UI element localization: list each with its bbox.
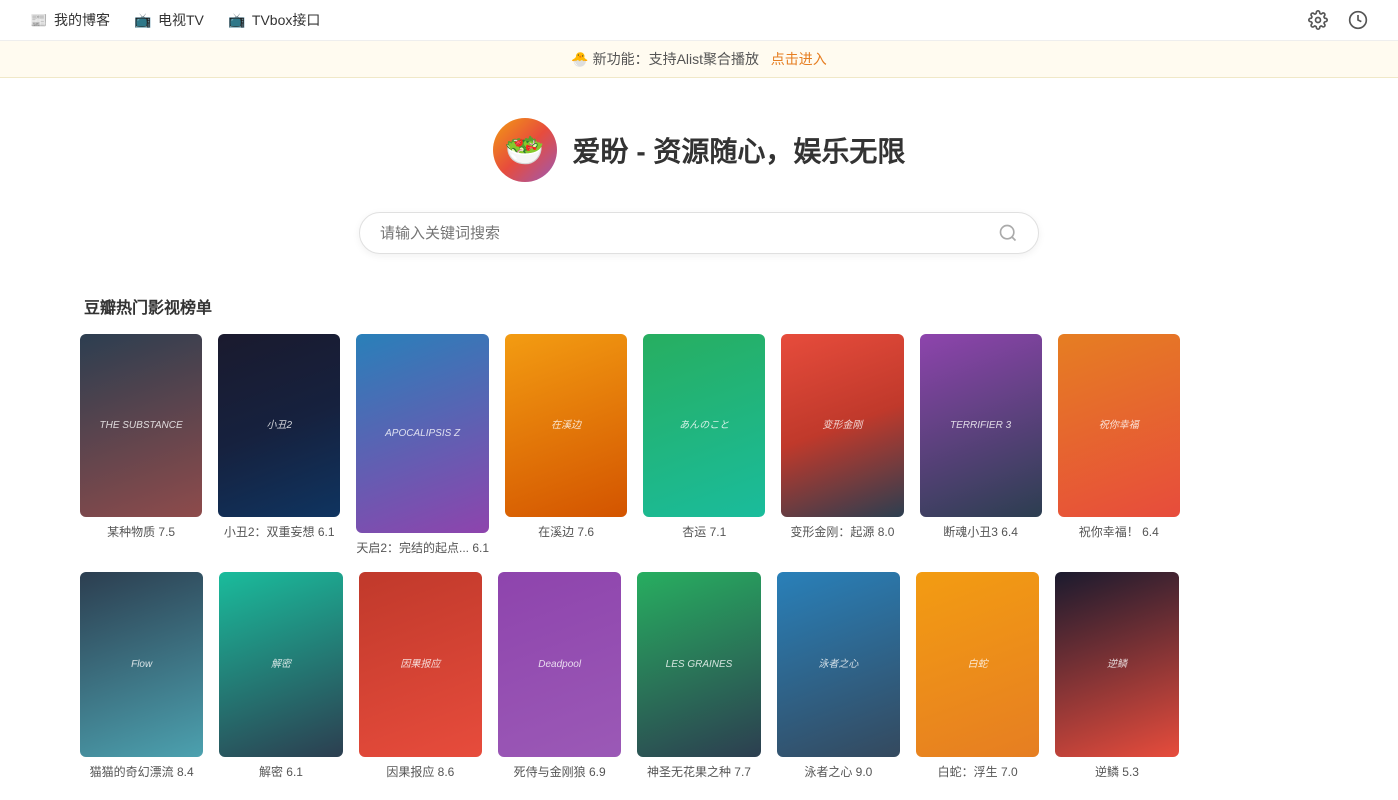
movie-poster: APOCALIPSIS Z	[356, 334, 489, 533]
banner-link[interactable]: 点击进入	[771, 51, 827, 67]
movie-card[interactable]: THE SUBSTANCE 某种物质 7.5	[80, 334, 202, 556]
movie-poster: Flow	[80, 572, 203, 757]
search-container	[359, 212, 1039, 254]
poster-content: LES GRAINES	[637, 572, 760, 757]
movie-title-rating: 逆鳞 5.3	[1055, 763, 1178, 780]
poster-content: APOCALIPSIS Z	[356, 334, 489, 533]
search-button[interactable]	[998, 223, 1018, 243]
hero-section: 🥗 爱盼 - 资源随心，娱乐无限	[0, 78, 1398, 284]
banner-text: 新功能：支持Alist聚合播放	[593, 51, 759, 67]
movie-title-rating: 解密 6.1	[219, 763, 342, 780]
movie-title-rating: 在溪边 7.6	[505, 523, 627, 540]
movie-title-rating: 变形金刚：起源 8.0	[781, 523, 903, 540]
movie-card[interactable]: 变形金刚 变形金刚：起源 8.0	[781, 334, 903, 556]
poster-content: THE SUBSTANCE	[80, 334, 202, 517]
poster-content: 变形金刚	[781, 334, 903, 517]
movie-poster: 解密	[219, 572, 342, 757]
nav-tvbox-label: TVbox接口	[252, 10, 320, 30]
movie-title-rating: 小丑2：双重妄想 6.1	[218, 523, 340, 540]
movie-card[interactable]: 逆鳞 逆鳞 5.3	[1055, 572, 1178, 780]
blog-icon: 📰	[30, 11, 48, 29]
movie-card[interactable]: あんのこと 杏运 7.1	[643, 334, 765, 556]
app-title: 爱盼 - 资源随心，娱乐无限	[573, 130, 906, 170]
movie-poster: あんのこと	[643, 334, 765, 517]
poster-content: あんのこと	[643, 334, 765, 517]
movie-card[interactable]: 解密 解密 6.1	[219, 572, 342, 780]
movie-title-rating: 祝你幸福！ 6.4	[1058, 523, 1180, 540]
movie-grid-row1: THE SUBSTANCE 某种物质 7.5 小丑2 小丑2：双重妄想 6.1 …	[80, 334, 1318, 556]
movie-grid-row2: Flow 猫猫的奇幻漂流 8.4 解密 解密 6.1 因果报应 因果报应 8.6	[80, 572, 1318, 780]
movie-title-rating: 泳者之心 9.0	[777, 763, 900, 780]
movie-title-rating: 因果报应 8.6	[359, 763, 482, 780]
poster-content: 解密	[219, 572, 342, 757]
app-logo-icon: 🥗	[493, 118, 557, 182]
banner-emoji: 🐣	[571, 51, 588, 67]
hero-logo: 🥗 爱盼 - 资源随心，娱乐无限	[493, 118, 906, 182]
tvbox-icon: 📺	[228, 11, 246, 29]
search-input[interactable]	[380, 225, 998, 242]
movie-title-rating: 杏运 7.1	[643, 523, 765, 540]
poster-content: 小丑2	[218, 334, 340, 517]
movie-card[interactable]: APOCALIPSIS Z 天启2：完结的起点... 6.1	[356, 334, 489, 556]
movie-poster: LES GRAINES	[637, 572, 760, 757]
movie-poster: THE SUBSTANCE	[80, 334, 202, 517]
poster-content: TERRIFIER 3	[920, 334, 1042, 517]
poster-content: 因果报应	[359, 572, 482, 757]
poster-content: 在溪边	[505, 334, 627, 517]
movie-title-rating: 白蛇：浮生 7.0	[916, 763, 1039, 780]
movie-title-rating: 死侍与金刚狼 6.9	[498, 763, 621, 780]
movie-poster: TERRIFIER 3	[920, 334, 1042, 517]
movie-poster: 祝你幸福	[1058, 334, 1180, 517]
movie-title-rating: 天启2：完结的起点... 6.1	[356, 539, 489, 556]
nav-tv-label: 电视TV	[158, 10, 204, 30]
poster-content: 逆鳞	[1055, 572, 1178, 757]
movie-poster: 变形金刚	[781, 334, 903, 517]
poster-content: 祝你幸福	[1058, 334, 1180, 517]
movie-card[interactable]: 祝你幸福 祝你幸福！ 6.4	[1058, 334, 1180, 556]
movie-card[interactable]: 因果报应 因果报应 8.6	[359, 572, 482, 780]
poster-content: 泳者之心	[777, 572, 900, 757]
announcement-banner: 🐣 新功能：支持Alist聚合播放 点击进入	[0, 41, 1398, 78]
nav-actions	[1308, 10, 1368, 30]
movie-poster: Deadpool	[498, 572, 621, 757]
movie-card[interactable]: Flow 猫猫的奇幻漂流 8.4	[80, 572, 203, 780]
movie-title-rating: 猫猫的奇幻漂流 8.4	[80, 763, 203, 780]
movie-title-rating: 断魂小丑3 6.4	[920, 523, 1042, 540]
poster-content: Flow	[80, 572, 203, 757]
movie-card[interactable]: 在溪边 在溪边 7.6	[505, 334, 627, 556]
movie-card[interactable]: TERRIFIER 3 断魂小丑3 6.4	[920, 334, 1042, 556]
movie-poster: 泳者之心	[777, 572, 900, 757]
movie-poster: 因果报应	[359, 572, 482, 757]
section-title: 豆瓣热门影视榜单	[80, 294, 1318, 318]
movie-card[interactable]: 白蛇 白蛇：浮生 7.0	[916, 572, 1039, 780]
movie-card[interactable]: 泳者之心 泳者之心 9.0	[777, 572, 900, 780]
nav-blog[interactable]: 📰 我的博客	[30, 10, 110, 30]
movie-card[interactable]: Deadpool 死侍与金刚狼 6.9	[498, 572, 621, 780]
nav-tvbox[interactable]: 📺 TVbox接口	[228, 10, 320, 30]
douban-section: 豆瓣热门影视榜单 THE SUBSTANCE 某种物质 7.5 小丑2 小丑2：…	[0, 284, 1398, 800]
nav-tv[interactable]: 📺 电视TV	[134, 10, 204, 30]
user-button[interactable]	[1348, 10, 1368, 30]
movie-poster: 小丑2	[218, 334, 340, 517]
poster-content: 白蛇	[916, 572, 1039, 757]
movie-title-rating: 某种物质 7.5	[80, 523, 202, 540]
navbar: 📰 我的博客 📺 电视TV 📺 TVbox接口	[0, 0, 1398, 41]
movie-poster: 在溪边	[505, 334, 627, 517]
movie-card[interactable]: 小丑2 小丑2：双重妄想 6.1	[218, 334, 340, 556]
settings-button[interactable]	[1308, 10, 1328, 30]
movie-poster: 逆鳞	[1055, 572, 1178, 757]
poster-content: Deadpool	[498, 572, 621, 757]
nav-blog-label: 我的博客	[54, 10, 110, 30]
movie-title-rating: 神圣无花果之种 7.7	[637, 763, 760, 780]
movie-poster: 白蛇	[916, 572, 1039, 757]
tv-icon: 📺	[134, 11, 152, 29]
movie-card[interactable]: LES GRAINES 神圣无花果之种 7.7	[637, 572, 760, 780]
